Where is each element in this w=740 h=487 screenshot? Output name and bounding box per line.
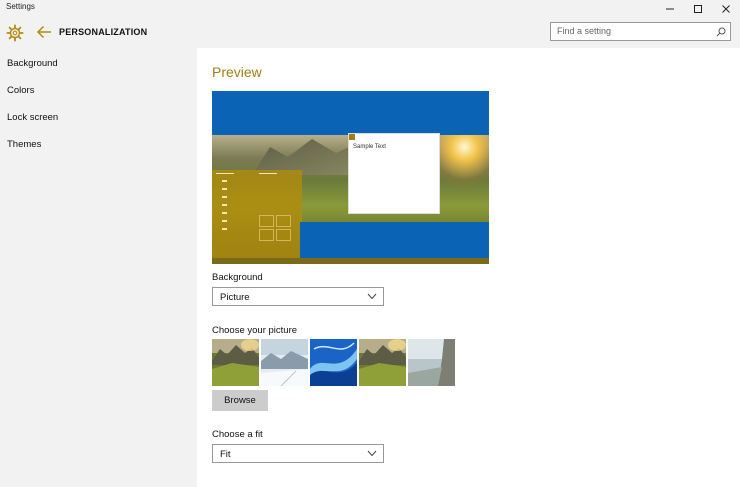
start-menu-line — [259, 173, 277, 174]
browse-button[interactable]: Browse — [212, 390, 268, 411]
start-menu-item — [222, 220, 227, 222]
chevron-down-icon — [367, 450, 377, 457]
preview-heading: Preview — [212, 64, 262, 80]
snow-thumbnail-image — [261, 339, 308, 386]
start-menu-tile — [259, 215, 274, 227]
picture-thumbnail-snow[interactable] — [261, 339, 308, 386]
sample-text: Sample Text — [353, 144, 386, 150]
chevron-down-icon — [367, 293, 377, 300]
choose-fit-label: Choose a fit — [212, 429, 263, 440]
preview-taskbar — [212, 258, 489, 264]
maximize-icon — [694, 4, 702, 13]
desktop-preview: Sample Text — [212, 91, 489, 264]
picture-thumbnail-coast[interactable] — [408, 339, 455, 386]
start-menu-item — [222, 228, 227, 230]
background-label: Background — [212, 272, 263, 283]
start-menu-tile — [276, 229, 291, 241]
maximize-button[interactable] — [684, 0, 712, 17]
minimize-icon — [666, 8, 674, 9]
landscape-2-thumbnail-image — [359, 339, 406, 386]
background-dropdown-value: Picture — [220, 292, 250, 303]
search-input[interactable] — [557, 26, 707, 36]
page-title: PERSONALIZATION — [59, 27, 148, 37]
start-menu-item — [222, 188, 227, 190]
start-menu-item — [222, 180, 227, 182]
preview-sunlight — [440, 135, 489, 195]
search-icon[interactable] — [716, 27, 726, 37]
close-button[interactable] — [712, 0, 740, 17]
sidebar-item-colors[interactable]: Colors — [7, 85, 34, 96]
start-menu-item — [222, 204, 227, 206]
preview-window: Sample Text — [348, 133, 440, 214]
search-box[interactable] — [550, 22, 731, 41]
coast-thumbnail-image — [408, 339, 455, 386]
back-arrow-icon[interactable] — [36, 25, 52, 39]
fit-dropdown[interactable]: Fit — [212, 444, 384, 463]
picture-thumbnail-blue-waves[interactable] — [310, 339, 357, 386]
header-bar: PERSONALIZATION — [0, 17, 740, 48]
preview-window-accent — [349, 134, 355, 140]
start-menu-line — [216, 173, 234, 174]
start-menu-item — [222, 212, 227, 214]
start-menu-tile — [259, 229, 274, 241]
sidebar-item-lock-screen[interactable]: Lock screen — [7, 112, 58, 123]
title-bar: Settings — [0, 0, 740, 17]
close-icon — [722, 4, 730, 13]
main-content: Preview Sample Text Background Picture C… — [197, 48, 740, 487]
choose-picture-label: Choose your picture — [212, 325, 298, 336]
start-menu-tile — [276, 215, 291, 227]
fit-dropdown-value: Fit — [220, 449, 231, 460]
window-title: Settings — [6, 2, 35, 11]
landscape-thumbnail-image — [212, 339, 259, 386]
sidebar: Background Colors Lock screen Themes — [0, 48, 197, 487]
sidebar-item-themes[interactable]: Themes — [7, 139, 41, 150]
picture-thumbnail-landscape[interactable] — [212, 339, 259, 386]
blue-waves-thumbnail-image — [310, 339, 357, 386]
gear-icon — [6, 24, 24, 42]
picture-thumbnail-landscape-2[interactable] — [359, 339, 406, 386]
sidebar-item-background[interactable]: Background — [7, 58, 58, 69]
preview-blue-bar — [300, 222, 489, 258]
start-menu-item — [222, 196, 227, 198]
minimize-button[interactable] — [656, 0, 684, 17]
background-dropdown[interactable]: Picture — [212, 287, 384, 306]
preview-start-menu — [212, 170, 302, 258]
